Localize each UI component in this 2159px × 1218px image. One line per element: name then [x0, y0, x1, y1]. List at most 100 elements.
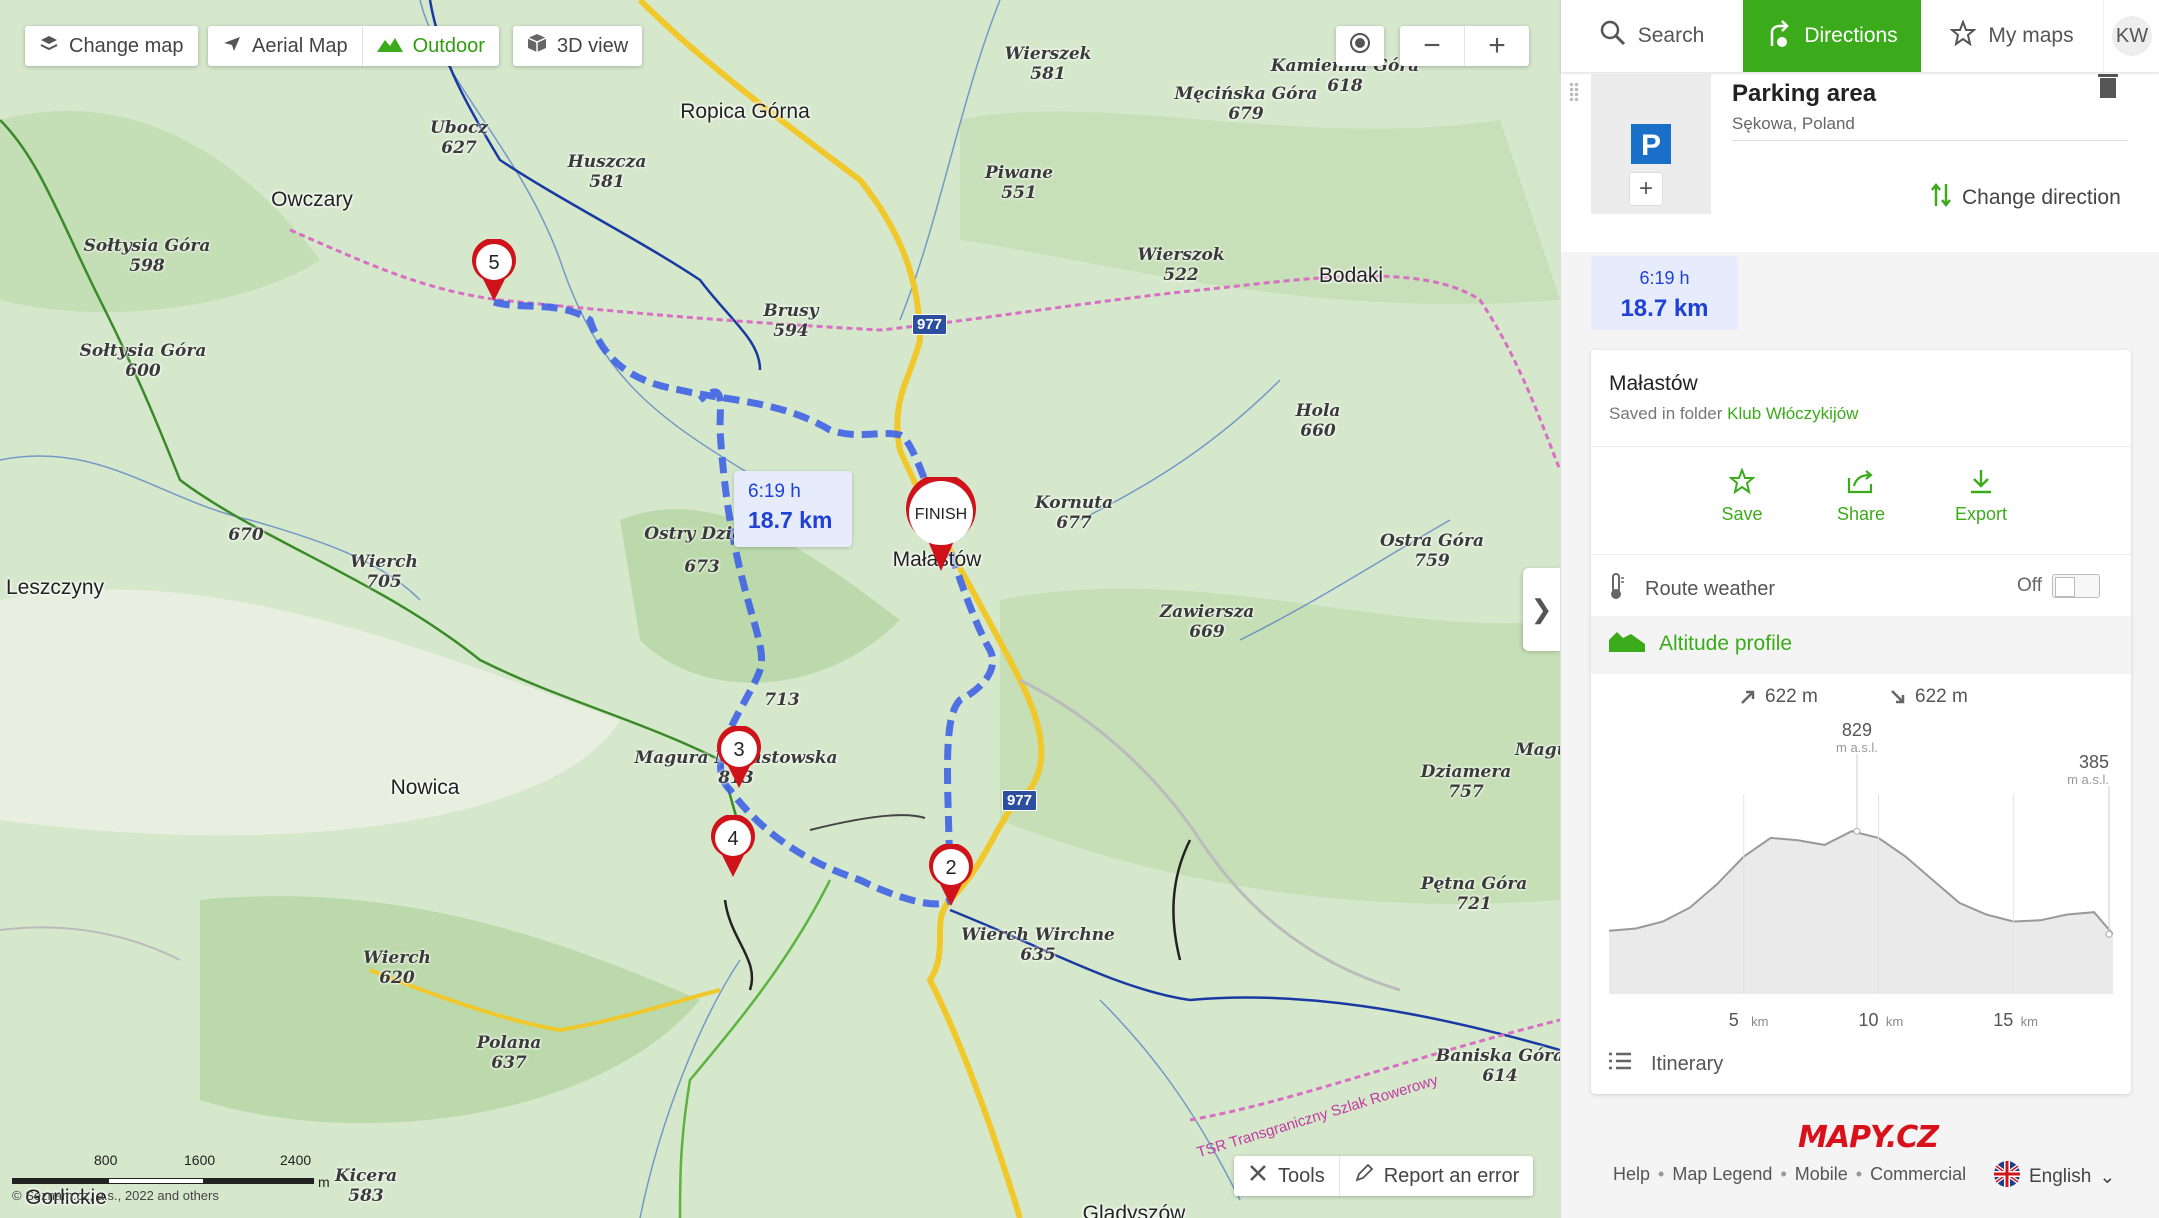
altitude-chart[interactable]: 622 m 622 m 5 km 10 km 15 km 829 m a.s.l. 385 m a…	[1609, 674, 2113, 1044]
peak-label: Polana 637	[476, 1033, 542, 1074]
place-title: Parking area	[1732, 80, 1877, 107]
finish-pin[interactable]: FINISH	[904, 473, 978, 578]
peak-label: Brusy 594	[763, 301, 819, 342]
route-time: 6:19 h	[748, 481, 801, 502]
tab-search[interactable]: Search	[1561, 0, 1743, 72]
toggle-switch[interactable]	[2052, 574, 2100, 598]
route-summary-tab[interactable]: 6:19 h 18.7 km	[1591, 256, 1738, 330]
town-label: Owczary	[271, 188, 353, 211]
chevron-down-icon: ⌄	[2099, 1166, 2116, 1188]
aerial-map-button[interactable]: Aerial Map	[208, 26, 362, 66]
route-title: Małastów	[1609, 372, 1698, 395]
mountain-icon	[1609, 630, 1645, 658]
altitude-profile-header[interactable]: Altitude profile	[1609, 630, 1792, 658]
legend-link[interactable]: Map Legend	[1672, 1164, 1772, 1185]
svg-text:2: 2	[945, 857, 956, 879]
x-tick-label: 15	[1993, 1010, 2013, 1030]
share-button[interactable]: Share	[1816, 468, 1906, 525]
place-subtitle: Sękowa, Poland	[1732, 114, 1855, 133]
marker-point	[2105, 930, 2113, 938]
peak-label: Kicera 583	[334, 1166, 398, 1207]
language-select[interactable]: English ⌄	[1993, 1160, 2115, 1194]
marker-unit: m a.s.l.	[2067, 772, 2109, 787]
location-icon	[1349, 32, 1371, 60]
list-icon	[1609, 1052, 1631, 1076]
x-tick-unit: km	[1751, 1014, 1768, 1029]
peak-label: Wierszek 581	[1004, 44, 1092, 85]
peak-label: Pętna Góra 721	[1420, 874, 1528, 915]
add-waypoint-button[interactable]: +	[1629, 172, 1663, 206]
waypoint-pin[interactable]: 4	[710, 813, 756, 884]
waypoint-pin[interactable]: 2	[928, 842, 974, 913]
3d-view-button[interactable]: 3D view	[513, 26, 643, 66]
change-map-button[interactable]: Change map	[25, 26, 198, 66]
weather-toggle[interactable]: Off	[2017, 574, 2100, 598]
drag-handle-icon[interactable]	[1569, 82, 1579, 102]
report-error-button[interactable]: Report an error	[1340, 1163, 1534, 1189]
map-canvas[interactable]: Ropica Górna Owczary Bodaki Leszczyny No…	[0, 0, 1560, 1218]
map-type-switcher: Aerial Map Outdoor	[208, 26, 499, 66]
plane-icon	[222, 33, 242, 59]
town-label: Ropica Górna	[680, 100, 810, 123]
place-label: Magu	[1514, 740, 1560, 760]
collapse-panel-button[interactable]: ❯	[1523, 568, 1560, 651]
map-bottom-bar: Tools Report an error	[1234, 1156, 1534, 1196]
town-label: Bodaki	[1318, 264, 1384, 287]
swap-icon	[1930, 182, 1952, 214]
star-icon	[1729, 468, 1755, 494]
folder-link[interactable]: Klub Włóczykijów	[1727, 404, 1858, 423]
tab-my-maps[interactable]: My maps	[1921, 0, 2103, 72]
waypoint-pin[interactable]: 5	[471, 237, 517, 308]
tools-button[interactable]: Tools	[1234, 1163, 1339, 1189]
peak-label: Baniska Góra 614	[1435, 1046, 1560, 1087]
map-scale: 800 1600 2400 m © Seznam.cz, a.s., 2022 …	[12, 1148, 332, 1203]
route-card: Małastów Saved in folder Klub Włóczykijó…	[1591, 350, 2131, 1094]
star-icon	[1949, 19, 1978, 52]
zoom-out-button[interactable]: −	[1400, 26, 1464, 66]
zoom-in-button[interactable]: +	[1465, 26, 1529, 66]
peak-label: Huszcza 581	[567, 152, 647, 193]
copyright: © Seznam.cz, a.s., 2022 and others	[12, 1188, 219, 1203]
x-tick-unit: km	[1886, 1014, 1903, 1029]
commercial-link[interactable]: Commercial	[1870, 1164, 1966, 1185]
svg-text:5: 5	[488, 252, 499, 274]
peak-label: Sołtysia Góra 598	[83, 236, 211, 277]
trash-icon[interactable]	[2097, 72, 2119, 103]
outdoor-map-button[interactable]: Outdoor	[363, 26, 499, 66]
user-avatar[interactable]: KW	[2103, 0, 2159, 72]
map-graphics	[0, 0, 1560, 1218]
peak-label: Sołtysia Góra 600	[79, 341, 207, 382]
pencil-icon	[1354, 1163, 1374, 1189]
mountain-icon	[376, 35, 403, 58]
route-info-bubble[interactable]: 6:19 h 18.7 km	[734, 471, 852, 547]
export-button[interactable]: Export	[1936, 468, 2026, 525]
waypoint-pin[interactable]: 3	[716, 724, 762, 795]
peak-label: Wierch 705	[350, 552, 418, 593]
mobile-link[interactable]: Mobile	[1795, 1164, 1848, 1185]
route-weather-row: Route weather	[1609, 572, 1775, 606]
town-label: Gladyszów	[1082, 1202, 1186, 1218]
x-tick-unit: km	[2021, 1014, 2038, 1029]
tools-icon	[1248, 1163, 1268, 1189]
town-label: Nowica	[390, 776, 460, 799]
peak-label: Wierszok 522	[1137, 245, 1225, 286]
save-button[interactable]: Save	[1697, 468, 1787, 525]
svg-text:4: 4	[727, 828, 738, 850]
route-folder: Saved in folder Klub Włóczykijów	[1609, 404, 1859, 423]
start-point-card: P Parking area Sękowa, Poland	[1561, 72, 2159, 252]
locate-button[interactable]	[1336, 26, 1384, 66]
marker-unit: m a.s.l.	[1836, 740, 1878, 755]
help-link[interactable]: Help	[1613, 1164, 1650, 1185]
peak-label: Męcińska Góra 679	[1174, 84, 1318, 125]
peak-label: Ostra Góra 759	[1380, 531, 1484, 572]
search-icon	[1600, 20, 1626, 52]
peak-label: Zawiersza 669	[1159, 602, 1255, 643]
itinerary-button[interactable]: Itinerary	[1609, 1052, 1723, 1076]
mapy-logo[interactable]: MAPY.CZ	[1798, 1120, 1939, 1155]
change-direction-button[interactable]: Change direction	[1930, 182, 2121, 214]
layers-icon	[39, 34, 59, 58]
elevation-label: 713	[764, 690, 800, 710]
peak-label: Ubocz 627	[429, 118, 489, 159]
footer-links: Help • Map Legend • Mobile • Commercial	[1613, 1164, 1967, 1185]
tab-directions[interactable]: Directions	[1743, 0, 1921, 72]
